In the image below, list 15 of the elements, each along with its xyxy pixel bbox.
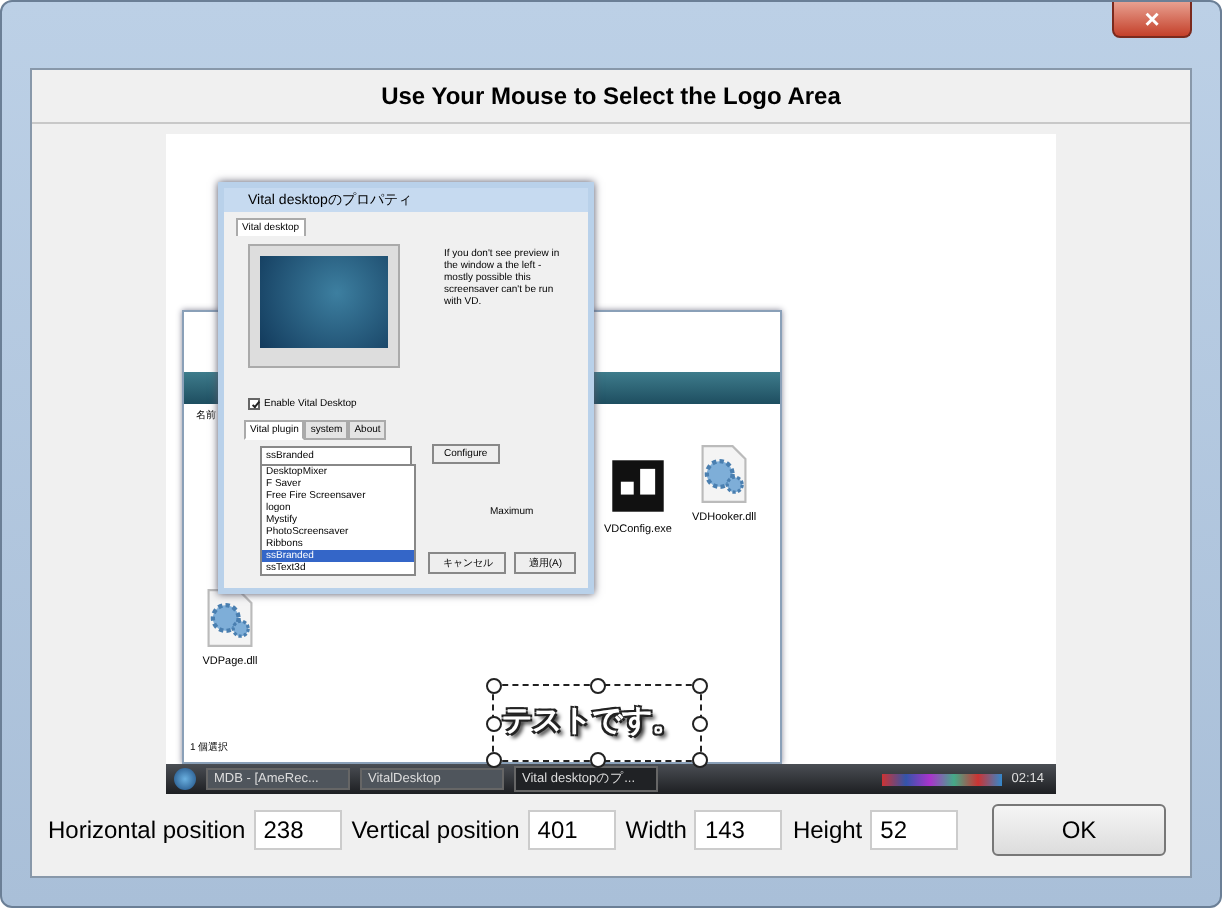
input-field[interactable]: 401 [527,810,616,850]
field-label: Width [625,816,687,844]
field-label: Height [792,816,863,844]
start-button[interactable] [174,768,196,790]
field-label: Horizontal position [48,816,246,844]
input-field[interactable]: 143 [694,810,783,850]
screenshot-preview[interactable] [166,134,1056,794]
selection-rectangle[interactable] [492,684,702,762]
field-label: Vertical position [351,816,520,844]
input-field[interactable]: 52 [870,810,959,850]
input-field[interactable]: 238 [253,810,342,850]
logo-text: テストです。 [502,702,682,740]
ok-button[interactable]: OK [992,804,1166,856]
window-title: Use Your Mouse to Select the Logo Area [32,70,1190,124]
checkbox[interactable] [248,398,260,410]
